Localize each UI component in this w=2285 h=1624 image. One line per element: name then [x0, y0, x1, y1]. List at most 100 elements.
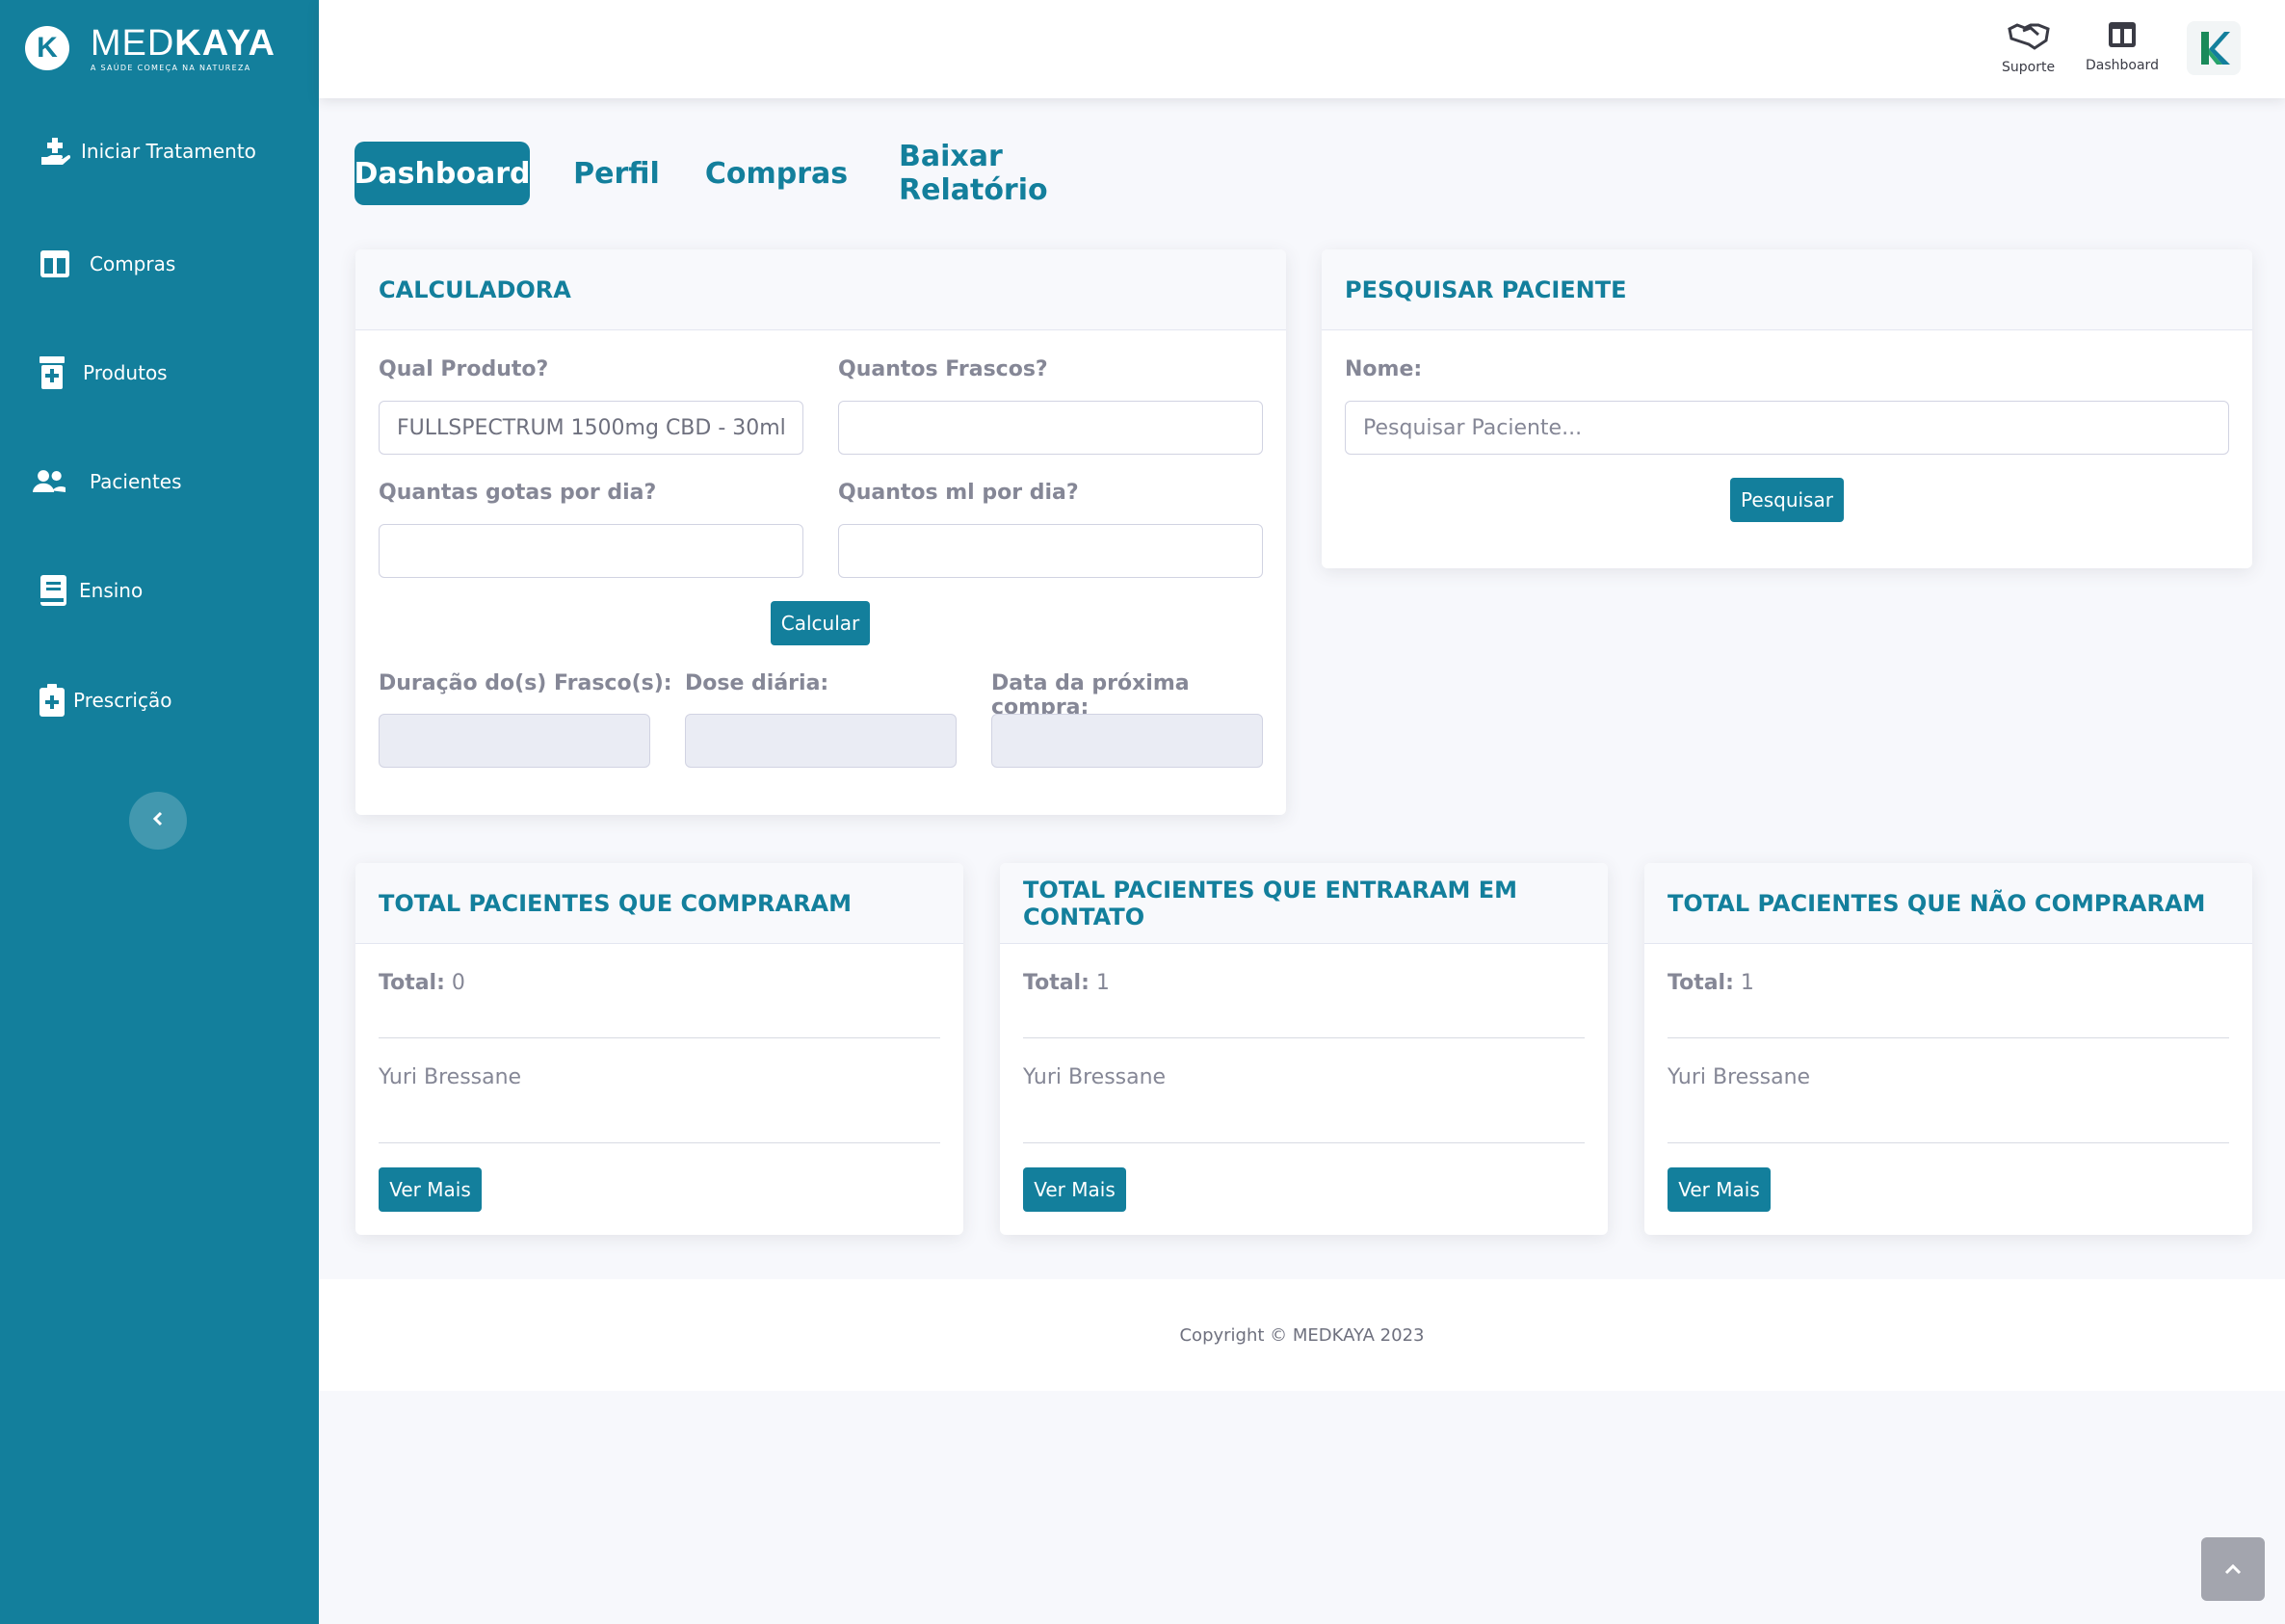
chevron-left-icon	[151, 811, 165, 830]
stat-total: Total: 1	[1668, 971, 1754, 995]
daily-dose-output	[685, 714, 957, 768]
calculate-button[interactable]: Calcular	[771, 601, 870, 645]
stat-card-contacted: TOTAL PACIENTES QUE ENTRARAM EM CONTATO …	[1000, 863, 1608, 1235]
stat-total-label: Total:	[379, 971, 445, 995]
prescription-bottle-icon	[36, 356, 68, 389]
brand-logo: K	[25, 26, 69, 70]
divider	[379, 1037, 940, 1038]
bottles-label: Quantos Frascos?	[838, 357, 1048, 381]
tab-perfil[interactable]: Perfil	[565, 142, 668, 205]
search-patient-card: PESQUISAR PACIENTE Nome: Pesquisar Pacie…	[1322, 249, 2252, 568]
support-button[interactable]: Suporte	[2002, 21, 2055, 75]
dashboard-shortcut-button[interactable]: Dashboard	[2086, 21, 2159, 73]
stat-total: Total: 0	[379, 971, 465, 995]
product-select[interactable]: FULLSPECTRUM 1500mg CBD - 30ml	[379, 401, 803, 455]
sidebar-item-label: Ensino	[79, 579, 144, 602]
see-more-label: Ver Mais	[389, 1178, 471, 1201]
stat-card-title: TOTAL PACIENTES QUE NÃO COMPRARAM	[1644, 863, 2252, 944]
sidebar-item-iniciar-tratamento[interactable]: Iniciar Tratamento	[0, 122, 319, 180]
topbar: Suporte Dashboard	[319, 0, 2285, 98]
tab-label: Perfil	[573, 156, 660, 191]
see-more-button[interactable]: Ver Mais	[1668, 1167, 1771, 1212]
patient-name: Yuri Bressane	[1668, 1065, 1811, 1089]
see-more-label: Ver Mais	[1678, 1178, 1760, 1201]
duration-output	[379, 714, 650, 768]
chevron-up-icon	[2224, 1560, 2242, 1579]
file-medical-icon	[36, 684, 68, 717]
tab-compras[interactable]: Compras	[701, 142, 852, 205]
brand-name-bold: KAYA	[174, 22, 276, 64]
stat-card-title: TOTAL PACIENTES QUE COMPRARAM	[355, 863, 963, 944]
tab-label: Baixar Relatório	[899, 140, 1048, 207]
stat-total-value: 1	[1095, 971, 1110, 995]
ml-label: Quantos ml por dia?	[838, 481, 1079, 505]
brand[interactable]: K MEDKAYA A SAÚDE COMEÇA NA NATUREZA	[25, 24, 276, 72]
next-purchase-label: Data da próxima compra:	[991, 671, 1190, 720]
book-icon	[37, 574, 69, 607]
see-more-button[interactable]: Ver Mais	[1023, 1167, 1126, 1212]
sidebar-toggle-button[interactable]	[129, 792, 187, 850]
drops-input[interactable]	[379, 524, 803, 578]
search-placeholder: Pesquisar Paciente...	[1363, 415, 1583, 440]
columns-icon	[39, 248, 71, 280]
stat-card-not-bought: TOTAL PACIENTES QUE NÃO COMPRARAM Total:…	[1644, 863, 2252, 1235]
sidebar-item-ensino[interactable]: Ensino	[0, 562, 319, 619]
patient-name: Yuri Bressane	[379, 1065, 522, 1089]
tab-label: Compras	[704, 156, 849, 191]
sidebar-item-label: Iniciar Tratamento	[81, 140, 256, 163]
patient-name: Yuri Bressane	[1023, 1065, 1167, 1089]
search-button[interactable]: Pesquisar	[1730, 478, 1844, 522]
sidebar-item-label: Pacientes	[90, 470, 182, 493]
stat-total-value: 1	[1740, 971, 1754, 995]
calculator-card: CALCULADORA Qual Produto? FULLSPECTRUM 1…	[355, 249, 1286, 815]
see-more-label: Ver Mais	[1034, 1178, 1116, 1201]
footer: Copyright © MEDKAYA 2023	[319, 1279, 2285, 1391]
avatar[interactable]	[2187, 21, 2241, 75]
sidebar-item-label: Compras	[90, 252, 176, 275]
next-purchase-output	[991, 714, 1263, 768]
sidebar-item-produtos[interactable]: Produtos	[0, 344, 319, 402]
duration-label: Duração do(s) Frasco(s):	[379, 671, 672, 695]
sidebar-item-pacientes[interactable]: Pacientes	[0, 453, 319, 511]
product-value: FULLSPECTRUM 1500mg CBD - 30ml	[397, 415, 786, 440]
tab-label: Dashboard	[354, 156, 531, 191]
brand-logo-letter: K	[37, 32, 58, 64]
sidebar: K MEDKAYA A SAÚDE COMEÇA NA NATUREZA Ini…	[0, 0, 319, 1624]
brand-text: MEDKAYA A SAÚDE COMEÇA NA NATUREZA	[91, 25, 276, 72]
stat-total-label: Total:	[1668, 971, 1734, 995]
search-input[interactable]: Pesquisar Paciente...	[1345, 401, 2229, 455]
calculate-button-label: Calcular	[780, 612, 860, 635]
bottles-input[interactable]	[838, 401, 1263, 455]
stat-total-label: Total:	[1023, 971, 1090, 995]
stat-total-value: 0	[451, 971, 465, 995]
sidebar-item-prescricao[interactable]: Prescrição	[0, 671, 319, 729]
sidebar-item-compras[interactable]: Compras	[0, 235, 319, 293]
divider	[1023, 1142, 1585, 1143]
stat-card-title: TOTAL PACIENTES QUE ENTRARAM EM CONTATO	[1000, 863, 1608, 944]
sidebar-item-label: Prescrição	[73, 689, 172, 712]
copyright-text: Copyright © MEDKAYA 2023	[1179, 1324, 1425, 1346]
tab-baixar-relatorio[interactable]: Baixar Relatório	[884, 140, 1131, 207]
search-button-label: Pesquisar	[1741, 488, 1833, 511]
divider	[1023, 1037, 1585, 1038]
stat-total: Total: 1	[1023, 971, 1110, 995]
users-icon	[33, 465, 66, 498]
divider	[1668, 1142, 2229, 1143]
daily-dose-label: Dose diária:	[685, 671, 829, 695]
tab-dashboard[interactable]: Dashboard	[355, 142, 530, 205]
handshake-icon	[2007, 21, 2050, 54]
columns-icon	[2108, 21, 2137, 52]
dashboard-label: Dashboard	[2086, 58, 2159, 73]
kaya-logo-icon	[2201, 32, 2230, 65]
ml-input[interactable]	[838, 524, 1263, 578]
sidebar-item-label: Produtos	[83, 361, 168, 384]
scroll-to-top-button[interactable]	[2201, 1537, 2265, 1601]
search-name-label: Nome:	[1345, 357, 1423, 381]
divider	[379, 1142, 940, 1143]
product-label: Qual Produto?	[379, 357, 549, 381]
drops-label: Quantas gotas por dia?	[379, 481, 657, 505]
calculator-title: CALCULADORA	[355, 249, 1286, 330]
divider	[1668, 1037, 2229, 1038]
see-more-button[interactable]: Ver Mais	[379, 1167, 482, 1212]
hand-plus-icon	[39, 135, 71, 168]
